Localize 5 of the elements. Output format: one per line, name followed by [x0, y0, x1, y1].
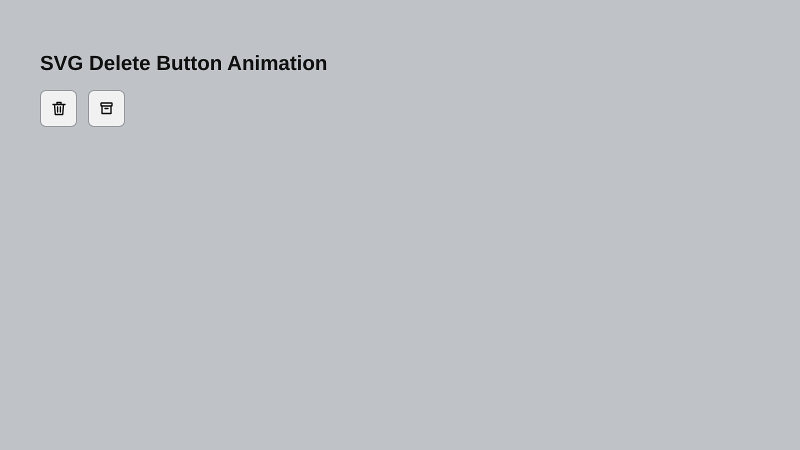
delete-button[interactable]: [40, 90, 77, 127]
page-title: SVG Delete Button Animation: [40, 51, 328, 77]
archive-icon: [100, 102, 113, 115]
trash-icon: [52, 101, 66, 116]
archive-button[interactable]: [88, 90, 125, 127]
